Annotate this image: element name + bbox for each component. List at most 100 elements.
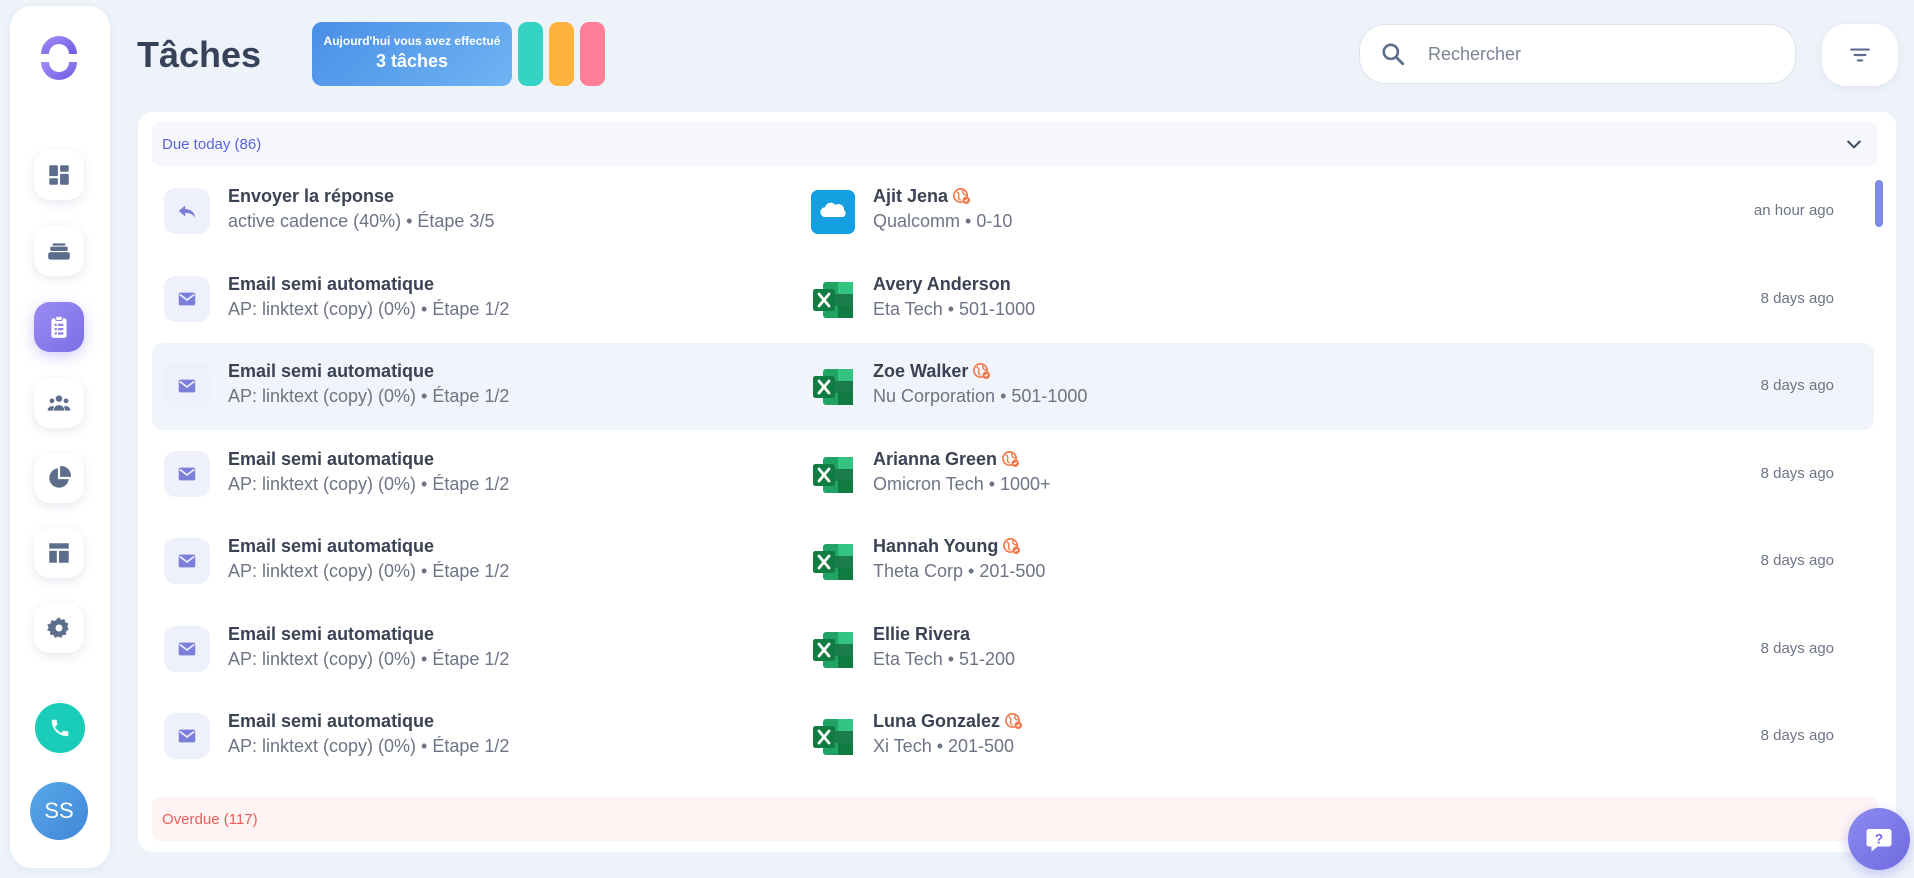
section-due-today[interactable]: Due today (86) (152, 122, 1878, 166)
excel-icon (813, 719, 853, 755)
task-type-icon (164, 275, 210, 322)
contact-source-icon (811, 628, 855, 672)
globe-alert-icon (973, 362, 991, 380)
mail-icon (178, 467, 196, 480)
task-row[interactable]: Email semi automatique AP: linktext (copy… (152, 343, 1874, 430)
filter-icon (1850, 48, 1870, 62)
task-subtitle: AP: linktext (copy) (0%) • Étape 1/2 (228, 473, 510, 494)
contact-name[interactable]: Ellie Rivera (873, 624, 970, 645)
gear-icon (47, 617, 69, 638)
task-time: 8 days ago (1760, 289, 1834, 307)
task-time: 8 days ago (1760, 464, 1834, 482)
chevron-down-icon[interactable] (1844, 134, 1864, 154)
task-title: Email semi automatique (228, 361, 435, 381)
contact-company: Theta Corp • 201-500 (873, 561, 1046, 581)
mail-icon (178, 554, 196, 568)
call-button[interactable] (35, 703, 85, 753)
task-time: 8 days ago (1760, 727, 1834, 744)
task-list-panel: Due today (86) Envoyer la réponse active … (138, 112, 1896, 852)
section-overdue[interactable]: Overdue (117) (152, 797, 1878, 841)
globe-alert-icon (953, 187, 971, 205)
task-row[interactable]: Envoyer la réponse active cadence (40%) •… (152, 168, 1874, 255)
globe-alert-icon (1003, 537, 1021, 555)
reply-icon (178, 205, 196, 218)
contact-source-icon (811, 278, 855, 322)
task-subtitle: AP: linktext (copy) (0%) • Étape 1/2 (228, 648, 510, 669)
contact-name-text: Arianna Green (873, 448, 998, 469)
contact-name-text: Luna Gonzalez (873, 711, 1001, 731)
task-title: Envoyer la réponse (228, 186, 395, 206)
task-subtitle: AP: linktext (copy) (0%) • Étape 1/2 (228, 298, 510, 319)
sidebar-item-tasks[interactable] (34, 302, 84, 352)
contact-name[interactable]: Hannah Young (873, 536, 1021, 557)
sidebar-item-contacts[interactable] (34, 378, 84, 428)
daily-summary-card: Aujourd'hui vous avez effectué 3 tâches (312, 22, 512, 86)
contact-company: Xi Tech • 201-500 (873, 736, 1015, 756)
contact-source-icon (811, 715, 855, 759)
excel-icon (813, 456, 853, 493)
layout-icon (49, 543, 69, 563)
contact-source-icon (811, 365, 855, 409)
dashboard-icon (49, 165, 69, 185)
summary-count: 3 tâches (375, 51, 449, 71)
contact-company: Omicron Tech • 1000+ (873, 473, 1051, 494)
task-row[interactable]: Email semi automatique AP: linktext (copy… (152, 518, 1874, 605)
search-input[interactable] (1428, 43, 1768, 65)
task-row[interactable]: Email semi automatique AP: linktext (copy… (152, 256, 1874, 343)
task-type-icon (164, 713, 210, 759)
excel-icon (813, 281, 853, 318)
app-logo[interactable] (35, 34, 83, 82)
user-avatar[interactable]: SS (30, 782, 88, 840)
excel-icon (813, 369, 853, 405)
contact-company: Qualcomm • 0-10 (873, 211, 1013, 231)
task-title: Email semi automatique (228, 623, 435, 644)
section-overdue-label: Overdue (117) (162, 810, 258, 828)
sidebar-item-settings[interactable] (34, 603, 84, 653)
clipboard-icon (51, 315, 67, 338)
task-type-icon (164, 363, 210, 409)
task-type-icon (164, 625, 210, 672)
task-row[interactable]: Email semi automatique AP: linktext (copy… (152, 606, 1874, 693)
sidebar-item-templates[interactable] (34, 528, 84, 578)
pink-status-pill[interactable] (580, 22, 605, 86)
contact-company: Eta Tech • 501-1000 (873, 298, 1036, 319)
task-subtitle: active cadence (40%) • Étape 3/5 (228, 211, 495, 231)
task-subtitle: AP: linktext (copy) (0%) • Étape 1/2 (228, 561, 510, 581)
inbox-icon (48, 243, 70, 260)
task-title: Email semi automatique (228, 711, 435, 731)
task-type-icon (164, 188, 210, 234)
teal-status-pill[interactable] (518, 22, 543, 86)
contact-source-icon (811, 190, 855, 234)
contact-name[interactable]: Zoe Walker (873, 361, 991, 382)
contact-name[interactable]: Ajit Jena (873, 186, 971, 207)
mail-icon (178, 729, 196, 743)
task-subtitle: AP: linktext (copy) (0%) • Étape 1/2 (228, 736, 510, 756)
sidebar-item-dashboard[interactable] (34, 150, 84, 200)
contact-name[interactable]: Avery Anderson (873, 274, 1011, 295)
search-icon (1382, 43, 1405, 66)
help-button[interactable]: ? (1848, 808, 1910, 870)
contact-name-text: Hannah Young (873, 536, 999, 556)
people-icon (47, 395, 71, 411)
task-time: 8 days ago (1760, 377, 1834, 394)
task-row[interactable]: Email semi automatique AP: linktext (copy… (152, 693, 1874, 780)
task-row[interactable]: Email semi automatique AP: linktext (copy… (152, 431, 1874, 518)
scrollbar-thumb[interactable] (1875, 180, 1883, 227)
excel-icon (813, 631, 853, 668)
sidebar-item-inbox[interactable] (34, 226, 84, 276)
contact-name-text: Avery Anderson (873, 273, 1011, 294)
excel-icon (813, 544, 853, 580)
mail-icon (178, 379, 196, 393)
orange-status-pill[interactable] (549, 22, 574, 86)
contact-source-icon (811, 453, 855, 497)
contact-company: Nu Corporation • 501-1000 (873, 386, 1088, 406)
contact-name[interactable]: Arianna Green (873, 449, 1020, 470)
globe-alert-icon (1005, 712, 1023, 730)
task-title: Email semi automatique (228, 448, 435, 469)
task-type-icon (164, 450, 210, 497)
task-time: 8 days ago (1760, 552, 1834, 569)
page-title: Tâches (137, 34, 262, 75)
contact-name[interactable]: Luna Gonzalez (873, 711, 1023, 732)
sidebar-item-reports[interactable] (34, 453, 84, 503)
filter-button[interactable] (1822, 24, 1898, 86)
